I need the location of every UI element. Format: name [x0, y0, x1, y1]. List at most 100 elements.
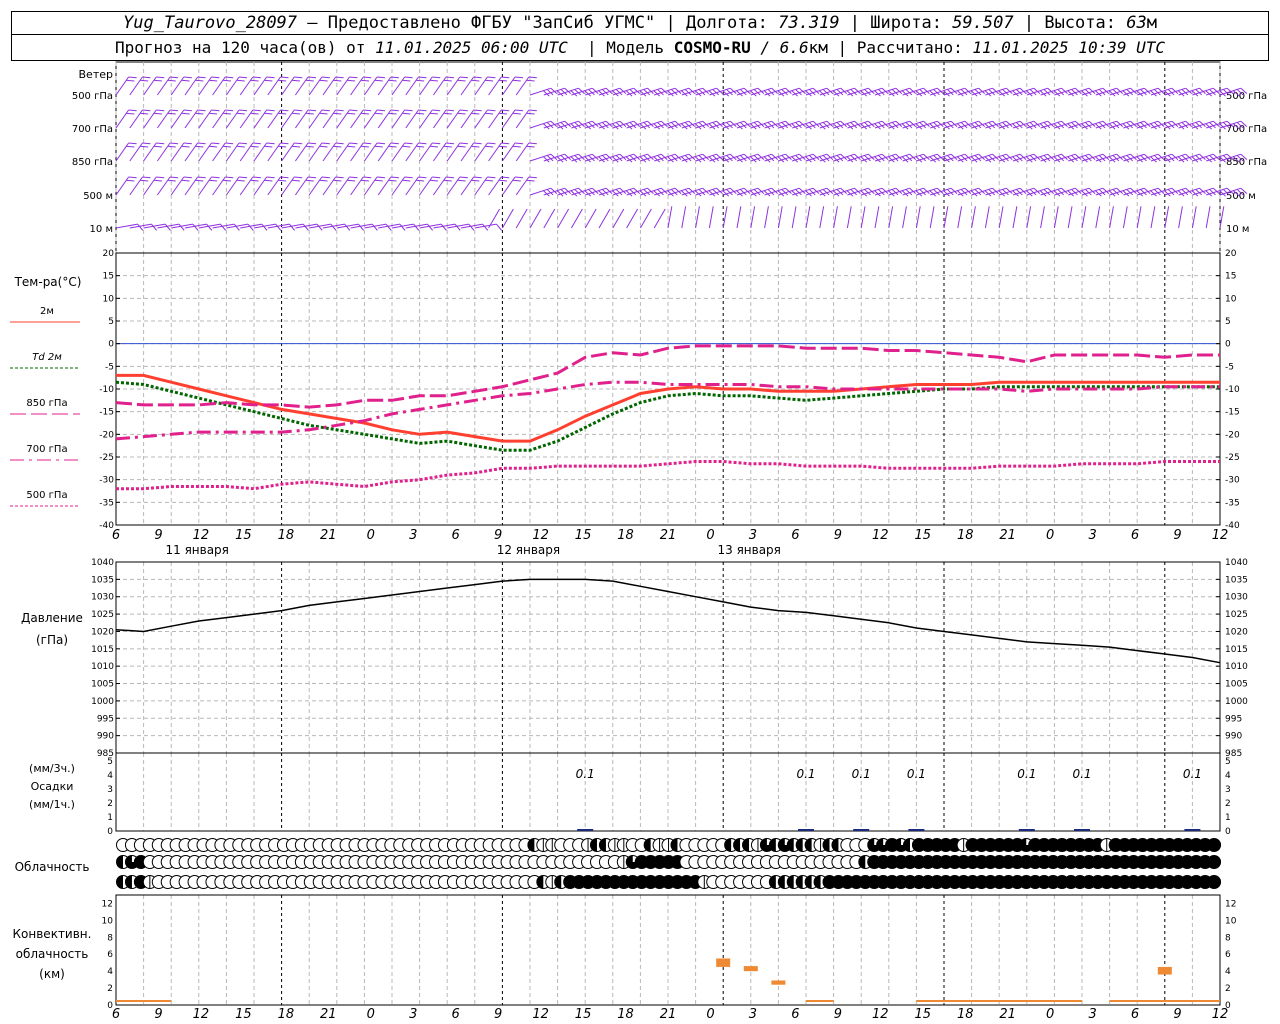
wind-barb-staff: [1205, 206, 1211, 229]
wind-barb-staff: [1095, 206, 1101, 229]
wind-barb-staff: [1164, 206, 1170, 229]
day-label: 13 января: [717, 543, 780, 557]
wind-barb-staff: [363, 142, 378, 162]
pressure-tick-label-right: 1035: [1225, 575, 1248, 585]
wind-barb-flag: [211, 76, 220, 79]
wind-barb-flag: [151, 223, 158, 231]
conv-tick-left: 12: [102, 899, 113, 909]
wind-barb: [833, 206, 838, 229]
wind-barb: [584, 208, 597, 229]
wind-level-label-left: 700 гПа: [72, 124, 113, 135]
wind-barb-staff: [529, 208, 542, 229]
wind-barb-staff: [170, 76, 185, 96]
wind-barb-staff: [432, 109, 447, 129]
hour-tick-label-bottom: 9: [1173, 1007, 1181, 1022]
wind-barb: [612, 208, 625, 229]
wind-barb-flag: [459, 109, 468, 112]
wind-barb: [722, 206, 728, 229]
wind-barb-staff: [253, 109, 268, 129]
pressure-tick-label-left: 995: [97, 714, 114, 724]
wind-barb: [984, 206, 990, 229]
wind-barb-flag: [487, 109, 496, 112]
hour-tick-label-top: 15: [575, 528, 592, 543]
temp-tick-label-left: 0: [108, 340, 114, 350]
hour-tick-label-bottom: 15: [235, 1007, 252, 1022]
wind-barb-flag: [349, 76, 358, 79]
wind-barb-staff: [915, 206, 921, 229]
wind-barb-staff: [888, 206, 894, 229]
pressure-tick-label-right: 1025: [1225, 610, 1248, 620]
temp-legend-label: 500 гПа: [26, 490, 67, 501]
temp-tick-label-right: 20: [1225, 249, 1237, 259]
wind-barb-flag: [321, 109, 330, 112]
wind-barb-staff: [501, 142, 516, 162]
wind-barb-staff: [460, 76, 475, 96]
wind-barb-staff: [515, 142, 530, 162]
wind-barb-staff: [750, 206, 756, 229]
pressure-tick-label-left: 1020: [91, 627, 114, 637]
wind-barb: [501, 208, 514, 229]
hour-tick-label-top: 9: [154, 528, 162, 543]
wind-barb: [1178, 206, 1183, 229]
pressure-tick-label-left: 1030: [91, 593, 114, 603]
wind-barb-staff: [639, 208, 652, 229]
wind-barb-flag: [432, 76, 441, 79]
wind-barb-staff: [253, 176, 268, 196]
wind-barb-flag: [376, 109, 386, 112]
wind-barb-staff: [488, 109, 502, 129]
wind-barb-flag: [482, 223, 489, 231]
conv-tick-right: 6: [1225, 950, 1231, 960]
hour-tick-label-bottom: 6: [112, 1007, 120, 1022]
wind-barb-staff: [377, 142, 392, 162]
precip-tick-left: 2: [107, 799, 113, 809]
wind-barb-staff: [488, 142, 502, 162]
wind-barb-staff: [225, 142, 240, 162]
temp-tick-label-left: -10: [99, 385, 114, 395]
wind-barb-flag: [454, 223, 461, 231]
wind-barb: [860, 206, 866, 229]
wind-barb-flag: [321, 142, 330, 145]
wind-barb-flag: [289, 223, 296, 231]
hour-tick-label-bottom: 12: [1212, 1007, 1229, 1022]
wind-barb: [943, 206, 949, 229]
wind-barb-staff: [281, 176, 295, 196]
temp-tick-label-left: -5: [105, 362, 114, 372]
wind-barb-flag: [183, 109, 192, 112]
wind-barb: [115, 76, 137, 96]
wind-barb: [791, 206, 797, 229]
hour-tick-label-top: 15: [914, 528, 931, 543]
wind-barb-flag: [211, 142, 220, 145]
wind-barb-flag: [238, 176, 248, 179]
wind-barb-flag: [404, 109, 413, 112]
wind-barb-flag: [156, 176, 165, 179]
wind-barb-flag: [192, 223, 199, 231]
wind-barb-staff: [253, 76, 268, 96]
wind-barb-staff: [350, 142, 364, 162]
wind-barb-staff: [501, 208, 514, 229]
precip-value-label: 0.1: [852, 767, 871, 781]
wind-barb: [557, 208, 570, 229]
temp-tick-label-right: 0: [1225, 340, 1231, 350]
temp-tick-label-right: 5: [1225, 317, 1231, 327]
hour-tick-label-top: 18: [957, 528, 974, 543]
wind-barb-flag: [294, 76, 303, 79]
pressure-tick-label-left: 990: [97, 732, 114, 742]
wind-barb-staff: [294, 176, 309, 196]
hour-tick-label-top: 12: [872, 528, 889, 543]
wind-barb-staff: [336, 109, 350, 129]
temp-tick-label-right: 10: [1225, 294, 1237, 304]
wind-barb-staff: [1026, 206, 1032, 229]
wind-barb-staff: [1150, 206, 1156, 229]
wind-barb: [1095, 206, 1101, 229]
wind-barb-staff: [129, 176, 143, 196]
wind-barb-flag: [266, 176, 275, 179]
wind-barb-staff: [432, 176, 447, 196]
wind-barb-staff: [184, 142, 199, 162]
hour-tick-label-top: 6: [1131, 528, 1139, 543]
conv-tick-left: 10: [102, 916, 114, 926]
wind-barb-staff: [446, 176, 461, 196]
hour-tick-label-bottom: 12: [532, 1007, 549, 1022]
wind-barb-flag: [266, 109, 275, 112]
hour-tick-label-bottom: 21: [320, 1007, 337, 1022]
wind-barb-staff: [239, 176, 254, 196]
